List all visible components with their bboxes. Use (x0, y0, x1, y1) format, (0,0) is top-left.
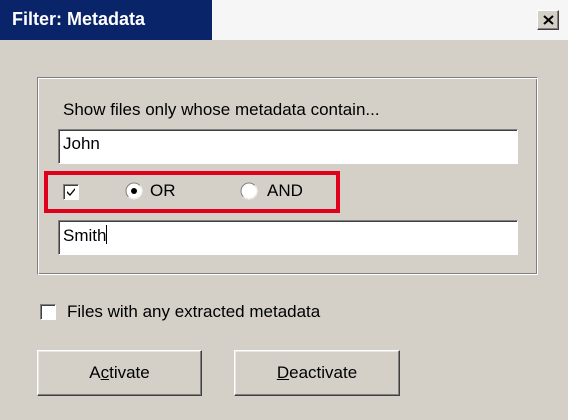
title-bar[interactable]: Filter: Metadata (0, 0, 568, 40)
close-button[interactable] (537, 10, 559, 30)
close-icon (543, 15, 554, 25)
text-caret (106, 225, 108, 244)
activate-label-start: A (89, 363, 101, 382)
operator-highlight-box (44, 171, 340, 213)
filter-metadata-dialog: Filter: Metadata Show files only whose m… (0, 0, 568, 420)
first-term-value: John (63, 134, 100, 153)
second-term-value: Smith (63, 226, 107, 245)
deactivate-label-end: eactivate (289, 363, 358, 382)
any-metadata-label: Files with any extracted metadata (67, 302, 321, 321)
activate-button[interactable]: Activate (37, 350, 202, 396)
second-term-input[interactable]: Smith (58, 220, 518, 255)
activate-accelerator: c (100, 363, 110, 382)
any-metadata-checkbox[interactable] (40, 304, 56, 320)
window-title: Filter: Metadata (12, 9, 146, 29)
filter-prompt-label: Show files only whose metadata contain..… (63, 100, 380, 119)
deactivate-button[interactable]: Deactivate (234, 350, 400, 396)
deactivate-accelerator: D (276, 363, 290, 382)
activate-label-end: tivate (109, 363, 150, 382)
first-term-input[interactable]: John (58, 129, 518, 164)
